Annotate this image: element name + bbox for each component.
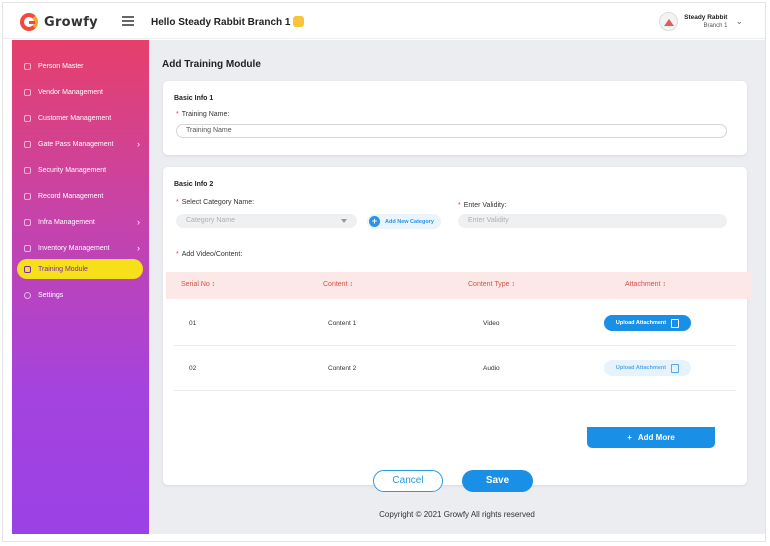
sidebar-item-training-module[interactable]: Training Module bbox=[17, 259, 143, 279]
sidebar-item-gate-pass-management[interactable]: Gate Pass Management › bbox=[12, 134, 149, 154]
sidebar-item-label: Infra Management bbox=[38, 218, 95, 226]
sidebar-item-label: Inventory Management bbox=[38, 244, 110, 252]
card-title: Basic Info 1 bbox=[174, 95, 214, 102]
logo-text: Growfy bbox=[44, 14, 98, 30]
user-menu[interactable]: Steady Rabbit Branch 1 ⌄ bbox=[659, 12, 743, 31]
required-icon: * bbox=[176, 251, 179, 258]
video-content-label: * Add Video/Content: bbox=[176, 251, 242, 258]
sidebar-item-person-master[interactable]: Person Master bbox=[12, 56, 149, 76]
sidebar-item-record-management[interactable]: Record Management bbox=[12, 186, 149, 206]
growfy-logo-icon bbox=[20, 13, 38, 31]
sidebar-item-settings[interactable]: Settings bbox=[12, 285, 149, 305]
inventory-icon bbox=[24, 244, 31, 252]
chevron-right-icon: › bbox=[137, 243, 140, 253]
sidebar-item-label: Person Master bbox=[38, 62, 84, 70]
validity-input[interactable]: Enter Validity bbox=[458, 214, 727, 228]
customer-icon bbox=[24, 114, 31, 122]
training-icon bbox=[24, 265, 31, 273]
add-more-button[interactable]: + Add More bbox=[587, 427, 715, 448]
top-header: Growfy Hello Steady Rabbit Branch 1 Stea… bbox=[3, 3, 765, 39]
cell-type: Video bbox=[483, 320, 500, 327]
sidebar-item-security-management[interactable]: Security Management bbox=[12, 160, 149, 180]
upload-attachment-button[interactable]: Upload Attachment bbox=[604, 315, 691, 331]
cell-content: Content 2 bbox=[328, 365, 357, 372]
app-window: Growfy Hello Steady Rabbit Branch 1 Stea… bbox=[2, 2, 766, 542]
sidebar: Person Master Vendor Management Customer… bbox=[12, 40, 149, 534]
video-content-label-text: Add Video/Content: bbox=[181, 251, 243, 258]
category-select-value: Category Name bbox=[186, 217, 236, 224]
document-icon bbox=[671, 363, 680, 373]
required-icon: * bbox=[176, 111, 179, 118]
cancel-button[interactable]: Cancel bbox=[373, 470, 443, 492]
cell-serial: 01 bbox=[189, 320, 197, 327]
infra-icon bbox=[24, 218, 31, 226]
card-title: Basic Info 2 bbox=[174, 181, 214, 188]
chevron-right-icon: › bbox=[137, 139, 140, 149]
table-header: Serial No ↕ Content ↕ Content Type ↕ Att… bbox=[166, 272, 751, 299]
menu-toggle-icon[interactable] bbox=[122, 16, 134, 26]
upload-attachment-label: Upload Attachment bbox=[615, 320, 667, 326]
upload-attachment-button[interactable]: Upload Attachment bbox=[604, 360, 691, 376]
category-label-text: Select Category Name: bbox=[181, 199, 255, 206]
th-attachment[interactable]: Attachment ↕ bbox=[625, 281, 666, 288]
sidebar-item-label: Customer Management bbox=[38, 114, 112, 122]
sidebar-item-label: Record Management bbox=[38, 192, 104, 200]
training-name-label: * Training Name: bbox=[176, 111, 229, 118]
required-icon: * bbox=[176, 199, 179, 206]
greeting-text: Hello Steady Rabbit Branch 1 bbox=[151, 17, 291, 28]
add-more-label: Add More bbox=[637, 433, 675, 442]
vendor-icon bbox=[24, 88, 31, 96]
wave-hand-icon bbox=[293, 16, 305, 27]
footer-copyright: Copyright © 2021 Growfy All rights reser… bbox=[379, 510, 535, 519]
cell-content: Content 1 bbox=[328, 320, 357, 327]
row-divider bbox=[174, 345, 736, 346]
security-icon bbox=[24, 166, 31, 174]
cell-serial: 02 bbox=[189, 365, 197, 372]
sidebar-item-inventory-management[interactable]: Inventory Management › bbox=[12, 238, 149, 258]
plus-icon: + bbox=[627, 433, 632, 442]
sidebar-item-label: Vendor Management bbox=[38, 88, 103, 96]
add-new-category-button[interactable]: + Add New Category bbox=[367, 214, 441, 229]
sidebar-item-label: Security Management bbox=[38, 166, 107, 174]
validity-label-text: Enter Validity: bbox=[463, 202, 507, 209]
user-branch: Branch 1 bbox=[703, 22, 728, 29]
sidebar-item-label: Training Module bbox=[38, 265, 88, 273]
logo[interactable]: Growfy bbox=[20, 13, 98, 31]
cell-type: Audio bbox=[483, 365, 500, 372]
th-serial-no[interactable]: Serial No ↕ bbox=[181, 281, 215, 288]
category-select[interactable]: Category Name bbox=[176, 214, 357, 228]
save-button[interactable]: Save bbox=[462, 470, 533, 492]
sidebar-item-label: Settings bbox=[38, 291, 64, 299]
sidebar-item-infra-management[interactable]: Infra Management › bbox=[12, 212, 149, 232]
record-icon bbox=[24, 192, 31, 200]
page-title: Add Training Module bbox=[162, 59, 261, 70]
sidebar-item-label: Gate Pass Management bbox=[38, 140, 114, 148]
sidebar-item-vendor-management[interactable]: Vendor Management bbox=[12, 82, 149, 102]
required-icon: * bbox=[458, 202, 461, 209]
category-label: * Select Category Name: bbox=[176, 199, 254, 206]
user-name: Steady Rabbit bbox=[684, 13, 728, 21]
dropdown-arrow-icon bbox=[341, 219, 347, 223]
person-icon bbox=[24, 62, 31, 70]
chevron-right-icon: › bbox=[137, 217, 140, 227]
basic-info-1-card: Basic Info 1 * Training Name: Training Na… bbox=[163, 81, 747, 155]
add-new-category-label: Add New Category bbox=[385, 218, 434, 225]
training-name-label-text: Training Name: bbox=[181, 111, 230, 118]
th-content-type[interactable]: Content Type ↕ bbox=[468, 281, 515, 288]
chevron-down-icon[interactable]: ⌄ bbox=[735, 16, 743, 27]
validity-label: * Enter Validity: bbox=[458, 202, 506, 209]
greeting: Hello Steady Rabbit Branch 1 bbox=[151, 16, 305, 28]
upload-attachment-label: Upload Attachment bbox=[615, 365, 667, 371]
th-content[interactable]: Content ↕ bbox=[323, 281, 353, 288]
sidebar-item-customer-management[interactable]: Customer Management bbox=[12, 108, 149, 128]
main-content: Add Training Module Basic Info 1 * Traini… bbox=[149, 40, 765, 534]
training-name-input[interactable]: Training Name bbox=[176, 124, 727, 138]
row-divider bbox=[174, 390, 736, 391]
plus-icon: + bbox=[369, 216, 380, 227]
settings-icon bbox=[24, 291, 31, 299]
gate-pass-icon bbox=[24, 140, 31, 148]
avatar bbox=[659, 12, 679, 31]
document-icon bbox=[671, 318, 680, 328]
